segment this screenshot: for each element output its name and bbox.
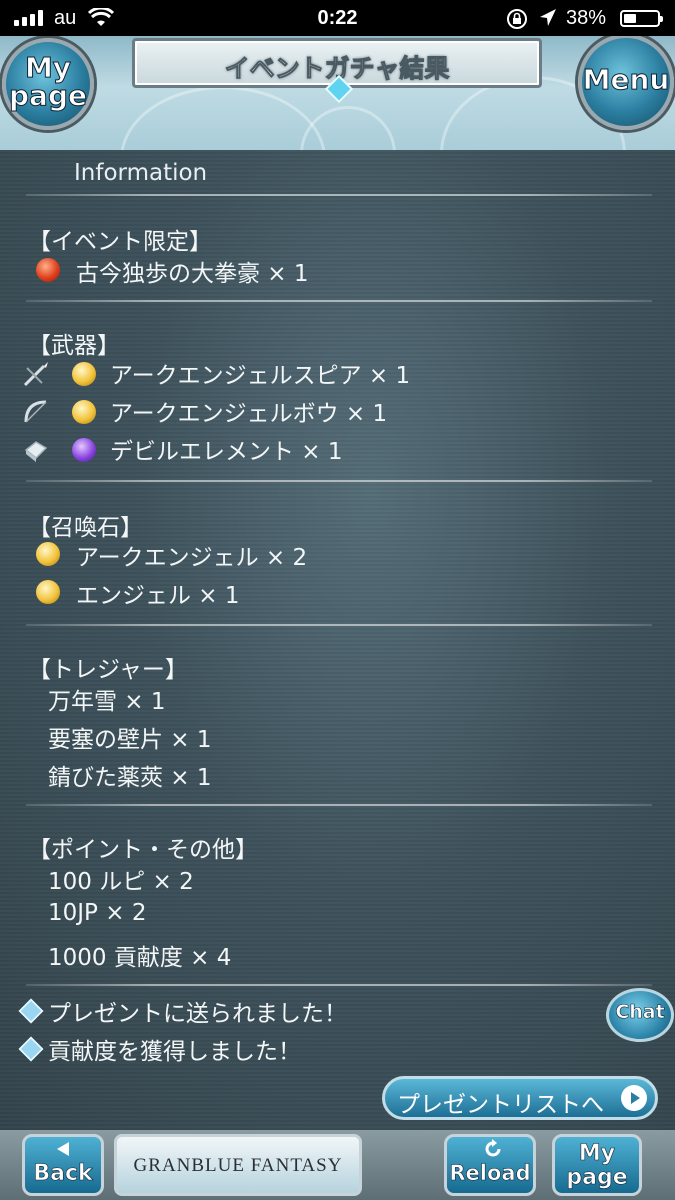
list-item: アークエンジェル × 2 <box>76 545 308 571</box>
light-element-icon <box>72 362 96 386</box>
list-item: エンジェル × 1 <box>76 583 240 609</box>
information-heading: Information <box>74 160 208 186</box>
mypage-button[interactable]: My page <box>2 38 94 130</box>
light-element-icon <box>36 580 60 604</box>
status-bar: au 0:22 38% <box>0 0 675 36</box>
menu-label: Menu <box>582 63 670 96</box>
list-item: アークエンジェルスピア × 1 <box>110 363 411 389</box>
bow-icon <box>24 400 47 423</box>
mypage-label-line1: My <box>24 51 72 84</box>
back-arrow-icon <box>57 1142 69 1156</box>
list-item: 要塞の壁片 × 1 <box>48 727 212 753</box>
list-item: 100 ルピ × 2 <box>48 869 194 895</box>
list-item: デビルエレメント × 1 <box>110 439 343 465</box>
spear-icon <box>23 362 48 387</box>
divider <box>26 804 652 806</box>
chat-button[interactable]: Chat <box>606 988 674 1042</box>
bottom-mypage-line2: page <box>566 1165 628 1191</box>
light-element-icon <box>36 542 60 566</box>
chat-label: Chat <box>615 1001 665 1024</box>
section-title-points: 【ポイント・その他】 <box>28 837 258 863</box>
list-item: アークエンジェルボウ × 1 <box>110 401 388 427</box>
list-item: 古今独歩の大拳豪 × 1 <box>76 261 309 287</box>
fire-element-icon <box>36 258 60 282</box>
back-label: Back <box>33 1161 93 1187</box>
divider <box>26 300 652 302</box>
present-list-label: プレゼントリストへ <box>397 1092 604 1118</box>
list-item: 錆びた薬莢 × 1 <box>48 765 212 791</box>
list-item: 10JP × 2 <box>48 900 147 926</box>
divider <box>26 624 652 626</box>
present-list-button[interactable]: プレゼントリストへ <box>382 1076 658 1120</box>
light-element-icon <box>72 400 96 424</box>
section-title-summons: 【召喚石】 <box>28 515 143 541</box>
element-material-icon <box>24 441 48 462</box>
divider <box>26 984 652 986</box>
game-logo-text: GRANBLUE FANTASY <box>133 1155 343 1176</box>
menu-button[interactable]: Menu <box>578 36 674 130</box>
arrow-right-icon <box>621 1085 647 1111</box>
bottom-mypage-line1: My <box>578 1141 616 1167</box>
list-item: 万年雪 × 1 <box>48 689 166 715</box>
diamond-bullet-icon <box>18 998 44 1024</box>
page-title-banner: イベントガチャ結果 <box>132 38 542 104</box>
game-logo: GRANBLUE FANTASY <box>114 1134 362 1196</box>
divider <box>26 194 652 196</box>
bottom-nav: Back GRANBLUE FANTASY Reload My page <box>0 1130 675 1200</box>
list-item: 1000 貢献度 × 4 <box>48 945 232 971</box>
dark-element-icon <box>72 438 96 462</box>
section-title-treasure: 【トレジャー】 <box>28 657 188 683</box>
back-button[interactable]: Back <box>22 1134 104 1196</box>
header: イベントガチャ結果 My page Menu <box>0 36 675 150</box>
gacha-result-panel: Information 【イベント限定】 古今独歩の大拳豪 × 1 【武器】 ア… <box>0 150 675 1130</box>
battery-icon <box>620 10 663 27</box>
header-ornament <box>300 106 396 150</box>
notice-message: 貢献度を獲得しました！ <box>48 1039 301 1065</box>
location-icon <box>540 9 556 26</box>
battery-percent: 38% <box>566 7 607 29</box>
diamond-bullet-icon <box>18 1036 44 1062</box>
section-title-event: 【イベント限定】 <box>28 229 212 255</box>
notice-message: プレゼントに送られました！ <box>48 1001 347 1027</box>
rotation-lock-icon <box>507 9 527 29</box>
bottom-mypage-button[interactable]: My page <box>552 1134 642 1196</box>
section-title-weapons: 【武器】 <box>28 333 120 359</box>
reload-icon <box>485 1139 501 1157</box>
reload-label: Reload <box>449 1161 531 1186</box>
header-ornament <box>120 86 326 150</box>
divider <box>26 480 652 482</box>
reload-button[interactable]: Reload <box>444 1134 536 1196</box>
mypage-label-line2: page <box>9 79 88 112</box>
